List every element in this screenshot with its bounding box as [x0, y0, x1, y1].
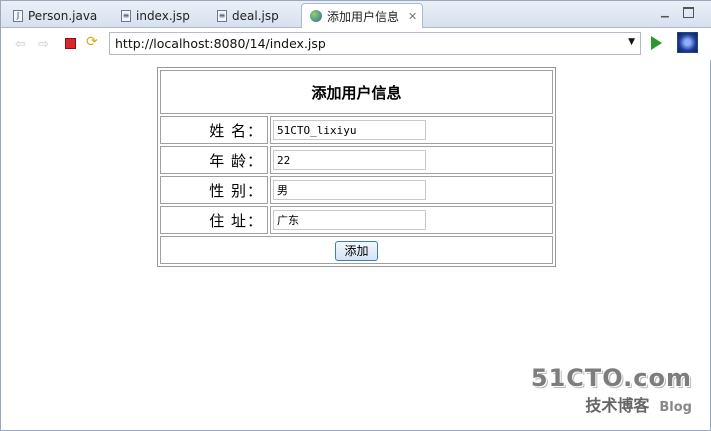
forward-icon[interactable]: ⇨	[38, 37, 49, 52]
globe-icon	[310, 10, 322, 22]
age-label: 年 龄：	[160, 146, 268, 174]
tab-index-jsp[interactable]: ≡ index.jsp	[113, 4, 208, 28]
minimize-icon[interactable]: ▁	[661, 7, 672, 18]
jsp-file-icon: ≡	[217, 10, 227, 22]
add-user-form: 添加用户信息 姓 名： 年 龄： 性 别： 住 址： 添加	[157, 67, 556, 267]
maximize-icon[interactable]	[683, 7, 694, 18]
watermark-sub: 技术博客	[585, 396, 650, 415]
jsp-file-icon: ≡	[121, 10, 131, 22]
tab-person-java[interactable]: J Person.java	[5, 4, 105, 28]
browser-toolbar: ⇦ ⇨ ⟳ http://localhost:8080/14/index.jsp…	[1, 28, 711, 60]
name-label: 姓 名：	[160, 116, 268, 144]
url-input[interactable]: http://localhost:8080/14/index.jsp ▼	[109, 32, 641, 55]
form-title: 添加用户信息	[160, 70, 553, 114]
tab-label: deal.jsp	[232, 9, 279, 23]
age-input[interactable]	[273, 150, 426, 170]
watermark-blog: Blog	[659, 400, 692, 415]
back-icon[interactable]: ⇦	[15, 37, 26, 52]
watermark-logo: 51CTO.com 技术博客 Blog	[531, 364, 692, 416]
form-row-name: 姓 名：	[160, 116, 553, 144]
tab-add-user-info[interactable]: 添加用户信息 ✕	[301, 3, 423, 28]
tab-label: 添加用户信息	[327, 9, 400, 24]
submit-button[interactable]: 添加	[335, 240, 378, 261]
address-input[interactable]	[273, 210, 426, 230]
watermark-site: 51CTO.com	[530, 364, 692, 392]
stop-icon[interactable]	[65, 38, 76, 49]
url-text: http://localhost:8080/14/index.jsp	[115, 36, 326, 51]
close-icon[interactable]: ✕	[408, 10, 417, 23]
tab-label: index.jsp	[136, 9, 190, 23]
form-row-age: 年 龄：	[160, 146, 553, 174]
chevron-down-icon[interactable]: ▼	[628, 37, 635, 47]
eclipse-icon[interactable]	[677, 32, 698, 53]
java-file-icon: J	[13, 10, 23, 22]
address-label: 住 址：	[160, 206, 268, 234]
editor-tab-bar: J Person.java ≡ index.jsp ≡ deal.jsp 添加用户信息…	[1, 1, 711, 28]
tab-deal-jsp[interactable]: ≡ deal.jsp	[209, 4, 299, 28]
name-input[interactable]	[273, 120, 426, 140]
tab-label: Person.java	[28, 9, 98, 23]
go-icon[interactable]	[651, 36, 662, 50]
gender-input[interactable]	[273, 180, 426, 200]
form-row-gender: 性 别：	[160, 176, 553, 204]
gender-label: 性 别：	[160, 176, 268, 204]
form-row-address: 住 址：	[160, 206, 553, 234]
refresh-icon[interactable]: ⟳	[86, 34, 98, 50]
